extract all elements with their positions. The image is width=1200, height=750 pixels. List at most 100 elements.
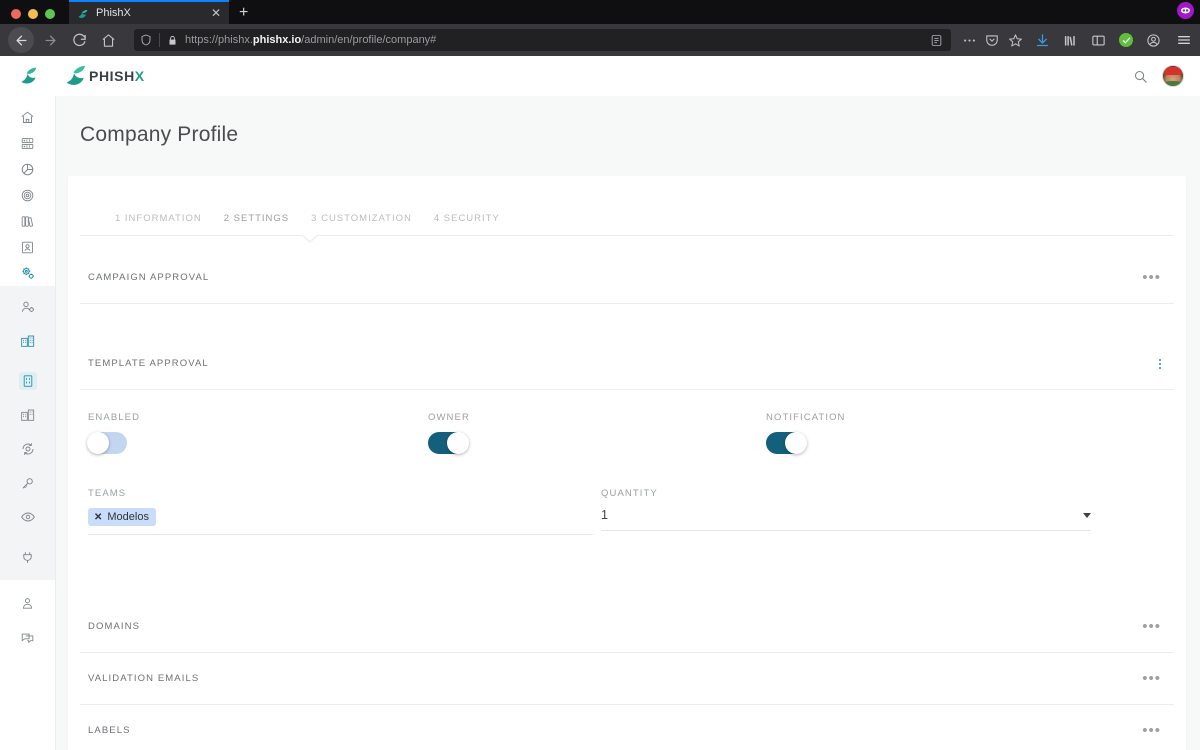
url-divider — [159, 33, 160, 47]
sidebar-item-contacts[interactable] — [0, 234, 55, 260]
library-icon[interactable] — [1063, 33, 1078, 48]
sidebar-item-library[interactable] — [0, 208, 55, 234]
minimize-window-button[interactable] — [28, 9, 38, 19]
home-button[interactable] — [95, 27, 121, 53]
browser-tab-title: PhishX — [96, 7, 131, 19]
notification-toggle[interactable] — [766, 432, 807, 454]
reload-button[interactable] — [66, 27, 92, 53]
phishx-fish-icon — [77, 7, 89, 19]
dots-horizontal-icon[interactable]: ••• — [1142, 619, 1161, 634]
field-label: NOTIFICATION — [766, 412, 846, 423]
tabs-divider — [80, 234, 1174, 243]
buildings-alt-icon — [20, 409, 34, 421]
person-icon — [22, 597, 33, 609]
sidebar-item-campaigns[interactable] — [0, 182, 55, 208]
quantity-value: 1 — [601, 508, 608, 522]
section-header[interactable]: TEMPLATE APPROVAL — [80, 338, 1174, 390]
sidebar-item-company[interactable] — [0, 368, 55, 394]
url-text[interactable]: https://phishx.phishx.io/admin/en/profil… — [185, 34, 436, 46]
sidebar-icon[interactable] — [1091, 33, 1106, 48]
search-icon[interactable] — [1133, 69, 1148, 84]
owner-toggle[interactable] — [428, 432, 469, 454]
sidebar-item-server[interactable] — [0, 130, 55, 156]
back-button[interactable] — [8, 27, 34, 53]
sidebar-item-organizations[interactable] — [0, 328, 55, 354]
lock-icon[interactable] — [167, 35, 178, 46]
chat-icon — [21, 633, 34, 643]
quantity-select[interactable]: 1 — [601, 508, 1091, 531]
sidebar-item-permissions[interactable] — [0, 470, 55, 496]
window-controls[interactable] — [0, 9, 55, 24]
tab-settings[interactable]: 2 SETTINGS — [224, 213, 311, 235]
sidebar-item-branches[interactable] — [0, 402, 55, 428]
dots-vertical-icon[interactable] — [1159, 358, 1161, 369]
eye-icon — [20, 512, 35, 522]
team-chip[interactable]: ✕ Modelos — [88, 508, 156, 526]
sidebar-item-plugins[interactable] — [0, 544, 55, 570]
sidebar-item-support[interactable] — [0, 624, 55, 650]
active-indicator — [18, 372, 37, 390]
inputs-row: TEAMS ✕ Modelos QUANTITY 1 — [88, 488, 1166, 535]
sidebar-item-profile[interactable] — [0, 590, 55, 616]
section-header[interactable]: LABELS ••• — [80, 705, 1174, 750]
shield-icon[interactable] — [140, 34, 152, 46]
remove-chip-icon[interactable]: ✕ — [94, 512, 102, 523]
toggle-knob — [447, 432, 469, 454]
wizard-tabs: 1 INFORMATION 2 SETTINGS 3 CUSTOMIZATION… — [68, 176, 1186, 235]
close-icon[interactable]: ✕ — [211, 7, 221, 19]
chevron-down-icon[interactable] — [1083, 512, 1091, 518]
sidebar-item-settings[interactable] — [0, 260, 55, 286]
company-profile-card: 1 INFORMATION 2 SETTINGS 3 CUSTOMIZATION… — [68, 176, 1186, 750]
avatar[interactable] — [1162, 65, 1184, 87]
reader-view-icon[interactable] — [930, 34, 943, 47]
page-title: Company Profile — [80, 123, 239, 146]
dots-horizontal-icon[interactable]: ••• — [1142, 723, 1161, 738]
target-icon — [21, 189, 34, 201]
toggle-knob — [785, 432, 807, 454]
phishx-mark-icon[interactable] — [18, 66, 38, 86]
toggle-knob — [87, 432, 109, 454]
tracking-ok-icon[interactable] — [1119, 33, 1133, 47]
sidebar-item-account[interactable] — [0, 294, 55, 320]
sync-gear-icon — [22, 443, 33, 455]
section-header[interactable]: CAMPAIGN APPROVAL ••• — [80, 252, 1174, 304]
account-icon[interactable] — [1146, 33, 1161, 48]
section-header[interactable]: VALIDATION EMAILS ••• — [80, 653, 1174, 705]
enabled-toggle[interactable] — [87, 432, 127, 454]
dots-horizontal-icon[interactable]: ••• — [1142, 671, 1161, 686]
contact-card-icon — [22, 241, 33, 253]
phishx-logo[interactable]: PHISHX — [64, 65, 145, 87]
forward-button[interactable] — [37, 27, 63, 53]
tab-information[interactable]: 1 INFORMATION — [115, 213, 224, 235]
tab-security[interactable]: 4 SECURITY — [434, 213, 522, 235]
pocket-icon[interactable] — [982, 33, 1002, 47]
buildings-icon — [20, 335, 34, 347]
bookmark-star-icon[interactable] — [1005, 33, 1026, 48]
url-bar[interactable]: https://phishx.phishx.io/admin/en/profil… — [134, 29, 951, 51]
section-header[interactable]: DOMAINS ••• — [80, 601, 1174, 653]
section-validation-emails: VALIDATION EMAILS ••• — [80, 653, 1174, 705]
sidebar-item-home[interactable] — [0, 104, 55, 130]
field-label: QUANTITY — [601, 488, 658, 499]
page-actions-icon[interactable] — [960, 33, 979, 48]
close-window-button[interactable] — [11, 9, 21, 19]
section-title: TEMPLATE APPROVAL — [88, 358, 209, 369]
active-tab-caret-icon — [301, 234, 319, 243]
sidebar-item-integrations[interactable] — [0, 436, 55, 462]
new-tab-button[interactable]: + — [239, 4, 248, 24]
mask-badge-icon[interactable] — [1177, 2, 1194, 19]
downloads-icon[interactable] — [1035, 33, 1050, 48]
field-label: ENABLED — [88, 412, 141, 423]
tab-customization[interactable]: 3 CUSTOMIZATION — [311, 213, 434, 235]
pie-chart-icon — [21, 163, 34, 175]
app-menu-icon[interactable] — [1176, 32, 1192, 48]
logo-text: PHISHX — [89, 68, 145, 84]
sidebar-group-admin — [0, 286, 55, 580]
dots-horizontal-icon[interactable]: ••• — [1142, 270, 1161, 285]
browser-titlebar: PhishX ✕ + — [0, 0, 1200, 24]
maximize-window-button[interactable] — [45, 9, 55, 19]
sidebar-item-audit[interactable] — [0, 504, 55, 530]
teams-input[interactable]: ✕ Modelos — [88, 508, 593, 535]
browser-tab[interactable]: PhishX ✕ — [69, 0, 229, 24]
sidebar-item-reports[interactable] — [0, 156, 55, 182]
